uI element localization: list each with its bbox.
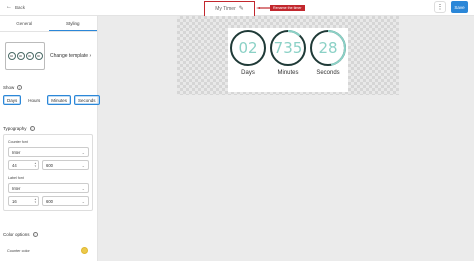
counter-font-family-value: Inter [12, 149, 21, 155]
sidebar-tabs: General Styling [0, 16, 97, 32]
label-font-label: Label font [8, 176, 24, 180]
info-icon[interactable]: i [17, 85, 23, 90]
typography-panel: Counter font Inter ⌄ 44 ▴ ▾ 600 ⌄ Label f… [3, 134, 93, 211]
back-label: Back [15, 4, 26, 10]
progress-ring: 02 [229, 29, 267, 67]
label-font-family-select[interactable]: Inter ⌄ [8, 183, 89, 193]
show-hours-toggle[interactable]: Hours [24, 95, 44, 105]
counter-font-size-value: 44 [12, 162, 17, 168]
label-font-family-value: Inter [12, 185, 21, 191]
template-thumb-ring: 00 [25, 52, 34, 60]
timer-minutes-value: 735 [273, 39, 303, 57]
change-template-label: Change template [50, 53, 89, 59]
template-thumb-ring: 00 [16, 52, 25, 60]
timer-name: My Timer [215, 6, 236, 12]
arrow-left-icon: ← [6, 4, 12, 10]
show-section-label: Show i [3, 85, 23, 90]
template-thumb-ring: 02 [7, 52, 16, 60]
progress-ring: 735 [269, 29, 307, 67]
chevron-down-icon: ⌄ [81, 150, 85, 155]
preview-canvas: 02 Days 735 Minutes 28 Seconds [177, 16, 399, 95]
timer-unit-minutes: 735 Minutes [268, 29, 308, 76]
info-icon[interactable]: i [29, 126, 35, 131]
pencil-icon[interactable]: ✎ [239, 6, 244, 12]
chevron-down-icon: ⌄ [81, 163, 85, 168]
counter-font-weight-value: 600 [46, 162, 53, 168]
save-button[interactable]: Save [451, 1, 468, 13]
back-button[interactable]: ← Back [6, 4, 25, 10]
timer-days-label: Days [241, 70, 255, 76]
timer-preview: 02 Days 735 Minutes 28 Seconds [228, 28, 348, 92]
chevron-down-icon: ⌄ [81, 199, 85, 204]
rename-hint-label: Rename the timer [270, 5, 305, 11]
more-options-button[interactable]: ⋮ [434, 1, 446, 13]
show-seconds-toggle[interactable]: Seconds [74, 95, 100, 105]
timer-unit-seconds: 28 Seconds [308, 29, 348, 76]
info-icon[interactable]: i [32, 232, 38, 237]
show-options: Days Hours Minutes Seconds [3, 95, 100, 105]
tab-general[interactable]: General [0, 16, 49, 31]
chevron-right-icon: › [89, 53, 92, 59]
change-template-link[interactable]: Change template › [50, 53, 91, 59]
chevron-down-icon: ⌄ [81, 186, 85, 191]
progress-ring: 28 [309, 29, 347, 67]
counter-color-label: Counter color [7, 249, 30, 253]
stepper-arrows-icon[interactable]: ▴ ▾ [35, 197, 36, 204]
timer-seconds-label: Seconds [316, 70, 340, 76]
label-font-weight-select[interactable]: 600 ⌄ [42, 196, 89, 206]
tab-styling[interactable]: Styling [48, 16, 97, 31]
timer-days-value: 02 [238, 39, 258, 57]
annotation-arrow-icon [256, 7, 270, 9]
sidebar: General Styling 02 00 00 00 Change templ… [0, 16, 100, 261]
counter-font-label: Counter font [8, 140, 28, 144]
counter-font-family-select[interactable]: Inter ⌄ [8, 147, 89, 157]
typography-label: Typography [3, 126, 27, 131]
label-font-size-stepper[interactable]: 16 ▴ ▾ [8, 196, 39, 206]
template-thumbnail[interactable]: 02 00 00 00 [5, 42, 45, 70]
label-font-weight-value: 600 [46, 198, 53, 204]
show-label: Show [3, 85, 15, 90]
timer-unit-days: 02 Days [228, 29, 268, 76]
counter-color-swatch[interactable] [81, 247, 88, 254]
timer-minutes-label: Minutes [277, 70, 299, 76]
stepper-arrows-icon[interactable]: ▴ ▾ [35, 161, 36, 168]
template-thumb-ring: 00 [34, 52, 43, 60]
typography-section-label: Typography i [3, 126, 35, 131]
show-minutes-toggle[interactable]: Minutes [47, 95, 72, 105]
timer-seconds-value: 28 [318, 39, 338, 57]
color-options-section-label: Color options i [3, 232, 38, 237]
counter-font-weight-select[interactable]: 600 ⌄ [42, 160, 89, 170]
show-days-toggle[interactable]: Days [3, 95, 22, 105]
kebab-icon: ⋮ [436, 4, 444, 11]
label-font-size-value: 16 [12, 198, 17, 204]
counter-font-size-stepper[interactable]: 44 ▴ ▾ [8, 160, 39, 170]
timer-name-field[interactable]: My Timer ✎ [204, 1, 255, 17]
color-options-label: Color options [3, 232, 30, 237]
